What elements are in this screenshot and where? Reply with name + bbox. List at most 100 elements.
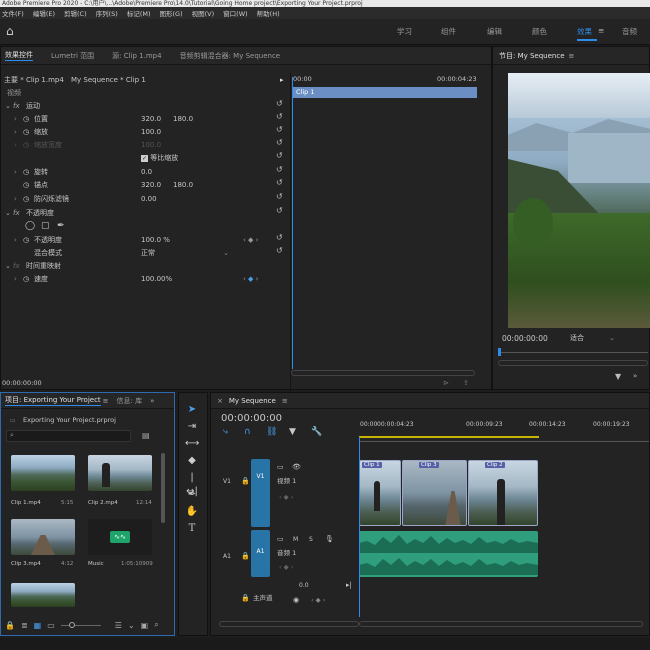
icon-view-icon[interactable]: ▦ [34,621,42,630]
menu-help[interactable]: 帮助(H) [257,8,280,18]
keyframe-nav[interactable]: ‹ ◆ › [243,273,258,286]
timeline-clip-2[interactable]: Clip 2 [468,460,538,526]
project-scrollbar[interactable] [161,453,165,523]
filter-icon[interactable]: ⊳ [443,379,449,387]
keyframe-nav[interactable]: ‹ ◆ › [279,561,293,574]
linked-selection-icon[interactable]: ⛓ [266,426,277,439]
keyframe-nav[interactable]: ‹ ◆ › [243,234,258,247]
pen-mask-icon[interactable]: ✒ [57,220,65,233]
ellipse-mask-icon[interactable]: ◯ [25,220,35,233]
lock-icon[interactable]: 🔒 [5,621,15,630]
timeline-clip-3[interactable]: Clip 3 [402,460,467,526]
ec-clip-bar[interactable]: Clip 1 [293,87,477,98]
automate-icon[interactable]: ⌄ [128,621,135,630]
tab-source[interactable]: 源: Clip 1.mp4 [112,51,161,61]
program-playhead[interactable] [498,348,501,356]
menu-edit[interactable]: 编辑(E) [33,8,55,18]
nest-icon[interactable]: ⤷ [223,426,228,439]
stopwatch-icon[interactable]: ◷ [23,273,29,286]
thumbnail-music[interactable]: ∿∿ [88,519,152,555]
ripple-edit-tool-icon[interactable]: ⟷ [185,437,199,451]
keyframe-nav[interactable]: ‹ ◆ › [279,491,293,504]
speed-value[interactable]: 100.00% [141,273,172,286]
workspace-learn[interactable]: 学习 [397,26,412,37]
hand-tool-icon[interactable]: ✋ [185,505,199,519]
menu-view[interactable]: 视图(V) [192,8,215,18]
menu-lines-icon[interactable]: ≡ [569,52,575,60]
mute-button[interactable]: M [293,533,298,546]
marker-icon[interactable]: ▼ [615,372,621,381]
zoom-select[interactable]: 适合 ⌄ [570,332,615,345]
anchor-y-value[interactable]: 180.0 [173,179,193,192]
menu-graphics[interactable]: 图形(G) [160,8,183,18]
position-y-value[interactable]: 180.0 [173,113,193,126]
program-time-ruler[interactable] [498,352,648,353]
sequence-clip-label[interactable]: My Sequence * Clip 1 [71,74,146,87]
anchor-x-value[interactable]: 320.0 [141,179,161,192]
menu-clip[interactable]: 剪辑(C) [64,8,87,18]
keyframe-nav[interactable]: ‹ ◆ › [311,594,325,607]
new-bin-icon[interactable]: ▤ [142,431,150,440]
selection-tool-icon[interactable]: ➤ [185,403,199,417]
effect-timeline[interactable]: 00:00 00:00:04:23 Clip 1 ⊳ ⇪ [290,73,477,393]
ec-playhead[interactable] [292,77,293,369]
type-tool-icon[interactable]: T [185,522,199,536]
track-header-scrollbar[interactable] [219,621,359,627]
stopwatch-icon[interactable]: ◷ [23,234,29,247]
opacity-value[interactable]: 100.0 % [141,234,170,247]
stopwatch-icon[interactable]: ◷ [23,193,29,206]
menu-marker[interactable]: 标记(M) [127,8,151,18]
chevron-right-icon[interactable]: › [14,234,17,247]
workspace-assembly[interactable]: 组件 [441,26,456,37]
chevron-right-icon[interactable]: › [14,113,17,126]
lock-icon[interactable]: 🔒 [241,475,250,488]
list-view-icon[interactable]: ≣ [21,621,28,630]
find-icon[interactable]: ⌕ [154,620,158,630]
v1-source-label[interactable]: V1 [223,475,231,488]
tab-sequence[interactable]: My Sequence [229,397,276,405]
close-icon[interactable]: × [217,397,223,405]
thumbnail-clip-2[interactable] [88,455,152,491]
more-icon[interactable]: » [633,372,637,380]
project-search-input[interactable]: ⌕ [6,430,131,442]
tab-audio-clip-mixer[interactable]: 音频剪辑混合器: My Sequence [180,51,281,61]
slider-handle[interactable] [68,621,75,628]
menu-lines-icon[interactable]: ≡ [282,397,288,405]
a1-target-label[interactable]: A1 [251,530,270,577]
chevron-right-icon[interactable]: › [14,166,17,179]
ec-scrollbar[interactable] [291,370,475,376]
add-marker-icon[interactable]: ▼ [289,426,296,439]
tab-program[interactable]: 节目: My Sequence [499,51,565,61]
rectangle-mask-icon[interactable]: ▢ [41,220,50,233]
program-timecode[interactable]: 00:00:00:00 [502,332,548,345]
timeline-clip-1[interactable]: Clip 1 [359,460,401,526]
sync-lock-icon[interactable]: ▭ [277,533,284,546]
work-area-bar[interactable] [359,436,539,438]
program-video-frame[interactable] [508,73,650,328]
chevron-down-icon[interactable]: ⌄ [5,207,11,220]
sort-icon[interactable]: ☰ [115,621,122,630]
tab-info[interactable]: 信息: 库 [117,396,143,406]
thumbnail-clip-3[interactable] [11,519,75,555]
tab-effect-controls[interactable]: 效果控件 [5,50,33,61]
timeline-audio-clip[interactable] [359,531,538,577]
rotation-value[interactable]: 0.0 [141,166,152,179]
master-volume[interactable]: 0.0 [299,579,309,592]
blend-mode-select[interactable]: 正常 ⌄ [141,247,229,260]
sync-lock-icon[interactable]: ▭ [277,461,284,474]
fx-icon[interactable]: fx [13,100,20,113]
workspace-audio[interactable]: 音频 [622,26,637,37]
track-select-tool-icon[interactable]: ⇥ [185,420,199,434]
go-to-end-icon[interactable]: ▸| [346,579,352,592]
menu-sequence[interactable]: 序列(S) [96,8,118,18]
thumbnail-partial[interactable] [11,583,75,607]
more-icon[interactable]: » [150,397,154,405]
a1-source-label[interactable]: A1 [223,550,231,563]
chevron-down-icon[interactable]: ⌄ [5,100,11,113]
lock-icon[interactable]: 🔒 [241,592,250,605]
fx-icon[interactable]: fx [13,207,20,220]
timeline-ruler[interactable] [359,441,649,442]
microphone-icon[interactable]: 🎙 [325,533,334,546]
volume-knob-icon[interactable]: ◉ [293,594,299,607]
export-icon[interactable]: ⇪ [463,379,469,387]
